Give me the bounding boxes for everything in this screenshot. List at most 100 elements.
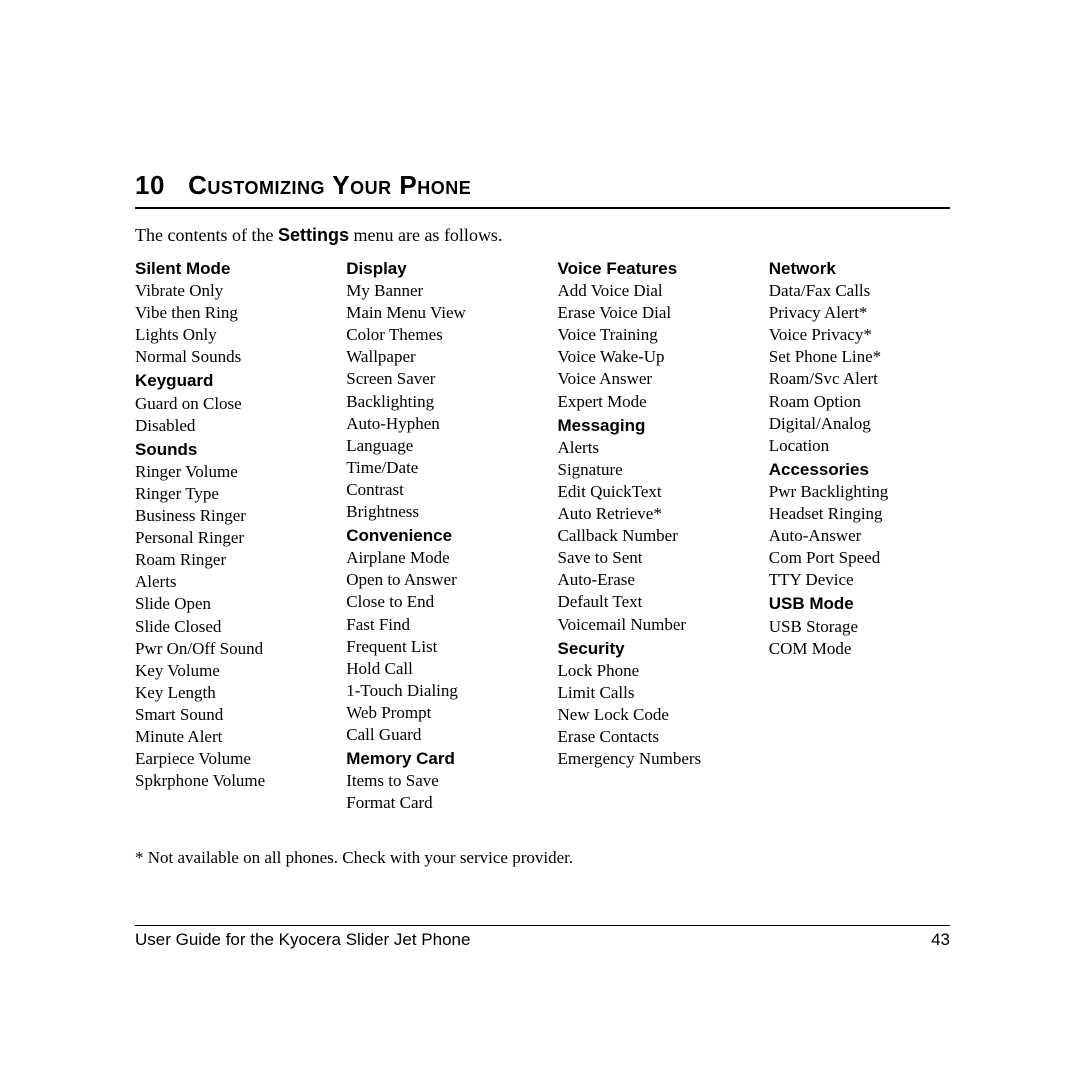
menu-item: Emergency Numbers	[558, 748, 739, 770]
menu-item: Time/Date	[346, 457, 527, 479]
menu-item: Key Length	[135, 682, 316, 704]
page-footer: User Guide for the Kyocera Slider Jet Ph…	[135, 925, 950, 950]
menu-item: Callback Number	[558, 525, 739, 547]
menu-section: MessagingAlertsSignatureEdit QuickTextAu…	[558, 415, 739, 636]
menu-section: SecurityLock PhoneLimit CallsNew Lock Co…	[558, 638, 739, 771]
menu-item: Business Ringer	[135, 505, 316, 527]
menu-item: Wallpaper	[346, 346, 527, 368]
menu-item: Save to Sent	[558, 547, 739, 569]
menu-item: Smart Sound	[135, 704, 316, 726]
menu-item: Edit QuickText	[558, 481, 739, 503]
menu-item: Format Card	[346, 792, 527, 814]
menu-section: DisplayMy BannerMain Menu ViewColor Them…	[346, 258, 527, 523]
menu-item: Items to Save	[346, 770, 527, 792]
footer-left: User Guide for the Kyocera Slider Jet Ph…	[135, 930, 470, 950]
menu-item: Fast Find	[346, 614, 527, 636]
intro-prefix: The contents of the	[135, 225, 278, 245]
menu-item: Set Phone Line*	[769, 346, 950, 368]
menu-item: Auto-Hyphen	[346, 413, 527, 435]
menu-item: My Banner	[346, 280, 527, 302]
menu-item: Auto-Erase	[558, 569, 739, 591]
menu-section: Voice FeaturesAdd Voice DialErase Voice …	[558, 258, 739, 413]
menu-item: Alerts	[135, 571, 316, 593]
menu-item: Auto-Answer	[769, 525, 950, 547]
menu-item: Voice Wake-Up	[558, 346, 739, 368]
menu-section: NetworkData/Fax CallsPrivacy Alert*Voice…	[769, 258, 950, 457]
section-heading: Convenience	[346, 525, 527, 547]
menu-item: Brightness	[346, 501, 527, 523]
menu-item: Call Guard	[346, 724, 527, 746]
menu-item: Open to Answer	[346, 569, 527, 591]
column: NetworkData/Fax CallsPrivacy Alert*Voice…	[769, 256, 950, 816]
column: DisplayMy BannerMain Menu ViewColor Them…	[346, 256, 527, 816]
menu-item: Contrast	[346, 479, 527, 501]
menu-section: Silent ModeVibrate OnlyVibe then RingLig…	[135, 258, 316, 368]
menu-item: Language	[346, 435, 527, 457]
menu-item: Com Port Speed	[769, 547, 950, 569]
menu-item: Voice Privacy*	[769, 324, 950, 346]
menu-item: Minute Alert	[135, 726, 316, 748]
menu-item: Privacy Alert*	[769, 302, 950, 324]
menu-item: Vibrate Only	[135, 280, 316, 302]
menu-item: Digital/Analog	[769, 413, 950, 435]
menu-item: Auto Retrieve*	[558, 503, 739, 525]
menu-item: Limit Calls	[558, 682, 739, 704]
section-heading: Accessories	[769, 459, 950, 481]
menu-item: Disabled	[135, 415, 316, 437]
section-heading: Messaging	[558, 415, 739, 437]
menu-item: Slide Closed	[135, 616, 316, 638]
intro-suffix: menu are as follows.	[349, 225, 502, 245]
menu-item: Spkrphone Volume	[135, 770, 316, 792]
menu-item: Pwr On/Off Sound	[135, 638, 316, 660]
menu-item: Close to End	[346, 591, 527, 613]
menu-item: Voice Training	[558, 324, 739, 346]
menu-item: Personal Ringer	[135, 527, 316, 549]
menu-item: Guard on Close	[135, 393, 316, 415]
menu-item: Backlighting	[346, 391, 527, 413]
menu-item: Ringer Volume	[135, 461, 316, 483]
menu-section: ConvenienceAirplane ModeOpen to AnswerCl…	[346, 525, 527, 746]
section-heading: Memory Card	[346, 748, 527, 770]
column: Voice FeaturesAdd Voice DialErase Voice …	[558, 256, 739, 816]
menu-section: Memory CardItems to SaveFormat Card	[346, 748, 527, 814]
menu-item: Pwr Backlighting	[769, 481, 950, 503]
section-heading: Sounds	[135, 439, 316, 461]
menu-item: TTY Device	[769, 569, 950, 591]
menu-item: Key Volume	[135, 660, 316, 682]
menu-item: Erase Contacts	[558, 726, 739, 748]
menu-item: Erase Voice Dial	[558, 302, 739, 324]
menu-item: Normal Sounds	[135, 346, 316, 368]
menu-section: USB ModeUSB StorageCOM Mode	[769, 593, 950, 659]
section-heading: Keyguard	[135, 370, 316, 392]
menu-item: Headset Ringing	[769, 503, 950, 525]
menu-item: Alerts	[558, 437, 739, 459]
menu-item: Roam/Svc Alert	[769, 368, 950, 390]
section-heading: Security	[558, 638, 739, 660]
section-heading: Display	[346, 258, 527, 280]
menu-item: COM Mode	[769, 638, 950, 660]
menu-section: KeyguardGuard on CloseDisabled	[135, 370, 316, 436]
menu-item: Default Text	[558, 591, 739, 613]
column: Silent ModeVibrate OnlyVibe then RingLig…	[135, 256, 316, 816]
menu-item: Hold Call	[346, 658, 527, 680]
menu-item: Web Prompt	[346, 702, 527, 724]
menu-item: Signature	[558, 459, 739, 481]
menu-item: Frequent List	[346, 636, 527, 658]
chapter-title: Customizing Your Phone	[188, 170, 471, 200]
menu-item: Data/Fax Calls	[769, 280, 950, 302]
menu-item: Roam Option	[769, 391, 950, 413]
menu-section: AccessoriesPwr BacklightingHeadset Ringi…	[769, 459, 950, 592]
menu-item: Location	[769, 435, 950, 457]
menu-item: Vibe then Ring	[135, 302, 316, 324]
menu-item: 1-Touch Dialing	[346, 680, 527, 702]
settings-columns: Silent ModeVibrate OnlyVibe then RingLig…	[135, 256, 950, 816]
menu-item: Add Voice Dial	[558, 280, 739, 302]
menu-item: Expert Mode	[558, 391, 739, 413]
chapter-number: 10	[135, 170, 165, 200]
menu-item: Earpiece Volume	[135, 748, 316, 770]
menu-item: Voicemail Number	[558, 614, 739, 636]
section-heading: Network	[769, 258, 950, 280]
menu-item: Color Themes	[346, 324, 527, 346]
chapter-heading: 10 Customizing Your Phone	[135, 170, 950, 209]
menu-item: Lights Only	[135, 324, 316, 346]
